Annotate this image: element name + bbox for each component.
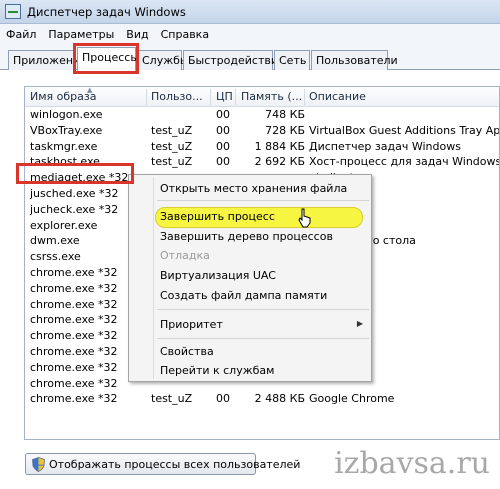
menu-file[interactable]: Файл bbox=[6, 28, 36, 41]
process-row[interactable]: taskmgr.exe test_uZ 00 1 884 КБ Диспетчер за… bbox=[25, 139, 499, 155]
process-memory: 1 884 КБ bbox=[254, 139, 305, 153]
show-all-processes-button[interactable]: Отображать процессы всех пользователей bbox=[25, 453, 300, 475]
menu-item-open-file-location[interactable]: Открыть место хранения файла bbox=[160, 182, 347, 195]
process-name: chrome.exe *32 bbox=[30, 376, 118, 390]
process-description: Google Chrome bbox=[309, 392, 395, 406]
window-title: Диспетчер задач Windows bbox=[27, 5, 186, 19]
process-name: jusched.exe *32 bbox=[30, 186, 119, 200]
show-all-processes-label: Отображать процессы всех пользователей bbox=[49, 458, 301, 471]
process-name: csrss.exe bbox=[30, 250, 81, 264]
tab-services[interactable]: Службы bbox=[137, 50, 189, 70]
process-name: chrome.exe *32 bbox=[30, 344, 118, 358]
col-memory[interactable]: Память (... bbox=[241, 90, 302, 103]
process-name: chrome.exe *32 bbox=[30, 329, 118, 343]
process-name: chrome.exe *32 bbox=[30, 360, 118, 374]
menu-help[interactable]: Справка bbox=[161, 28, 209, 41]
menu-item-end-process-tree[interactable]: Завершить дерево процессов bbox=[160, 230, 333, 243]
menu-view[interactable]: Вид bbox=[126, 28, 148, 41]
process-user: test_uZ bbox=[151, 155, 193, 169]
mediaget-row-callout bbox=[16, 163, 134, 184]
col-divider[interactable] bbox=[235, 89, 236, 105]
menu-separator bbox=[157, 309, 369, 310]
process-name: chrome.exe *32 bbox=[30, 392, 118, 406]
col-divider[interactable] bbox=[146, 89, 147, 105]
tab-network[interactable]: Сеть bbox=[274, 50, 310, 70]
menu-item-uac-virtualization[interactable]: Виртуализация UAC bbox=[160, 269, 276, 282]
col-cpu[interactable]: ЦП bbox=[216, 90, 233, 103]
process-cpu: 00 bbox=[216, 392, 230, 406]
process-name: taskmgr.exe bbox=[30, 139, 98, 153]
uac-shield-icon bbox=[32, 457, 45, 472]
list-header: ▲ Имя образа Пользо... ЦП Память (... Оп… bbox=[25, 87, 499, 107]
processes-tab-callout bbox=[73, 43, 139, 74]
submenu-arrow-icon: ▶ bbox=[356, 319, 363, 328]
watermark: izbavsa.ru bbox=[334, 446, 490, 481]
process-description: Хост-процесс для задач Windows bbox=[309, 155, 500, 169]
col-divider[interactable] bbox=[304, 89, 305, 105]
menu-separator bbox=[157, 200, 369, 201]
tab-applications[interactable]: Приложения bbox=[8, 50, 87, 70]
process-memory: 748 КБ bbox=[265, 108, 305, 121]
process-name: jucheck.exe *32 bbox=[30, 202, 119, 216]
process-name: chrome.exe *32 bbox=[30, 313, 118, 327]
process-row[interactable]: chrome.exe *32 test_uZ 00 2 488 КБ Google Ch… bbox=[25, 391, 499, 407]
process-description: Диспетчер задач Windows bbox=[309, 139, 461, 153]
process-memory: 2 488 КБ bbox=[254, 392, 305, 406]
process-memory: 2 692 КБ bbox=[254, 155, 305, 169]
process-user: test_uZ bbox=[151, 123, 193, 137]
menu-separator bbox=[157, 338, 369, 339]
process-name: chrome.exe *32 bbox=[30, 297, 118, 311]
menu-item-go-to-services[interactable]: Перейти к службам bbox=[160, 364, 274, 377]
tab-performance[interactable]: Быстродействие bbox=[183, 50, 285, 70]
process-name: chrome.exe *32 bbox=[30, 281, 118, 295]
process-name: winlogon.exe bbox=[30, 108, 103, 121]
context-menu: Открыть место хранения файла Завершить п… bbox=[128, 174, 372, 382]
process-row[interactable]: VBoxTray.exe test_uZ 00 728 КБ VirtualBox Gu… bbox=[25, 123, 500, 139]
process-user: test_uZ bbox=[151, 139, 193, 153]
menu-item-debug: Отладка bbox=[160, 249, 210, 262]
process-name: VBoxTray.exe bbox=[30, 123, 103, 137]
menu-item-end-process[interactable]: Завершить процесс bbox=[160, 210, 275, 223]
taskmgr-app-icon bbox=[5, 4, 21, 19]
process-row[interactable]: winlogon.exe 00 748 КБ bbox=[25, 107, 499, 123]
mouse-pointer-icon bbox=[298, 208, 311, 228]
menu-options[interactable]: Параметры bbox=[48, 28, 114, 41]
menu-item-properties[interactable]: Свойства bbox=[160, 345, 214, 358]
col-divider[interactable] bbox=[210, 89, 211, 105]
col-user[interactable]: Пользо... bbox=[151, 90, 203, 103]
process-memory: 728 КБ bbox=[265, 123, 305, 137]
title-bar: Диспетчер задач Windows bbox=[0, 0, 500, 24]
process-cpu: 00 bbox=[216, 108, 230, 121]
process-user: test_uZ bbox=[151, 392, 193, 406]
process-description: VirtualBox Guest Additions Tray Applicat… bbox=[309, 123, 500, 137]
process-cpu: 00 bbox=[216, 139, 230, 153]
process-cpu: 00 bbox=[216, 123, 230, 137]
menu-bar: Файл Параметры Вид Справка bbox=[0, 24, 500, 44]
process-name: dwm.exe bbox=[30, 234, 80, 248]
menu-item-priority[interactable]: Приоритет bbox=[160, 318, 223, 331]
col-description[interactable]: Описание bbox=[309, 90, 366, 103]
menu-item-create-dump[interactable]: Создать файл дампа памяти bbox=[160, 289, 327, 302]
col-image-name[interactable]: Имя образа bbox=[30, 90, 96, 103]
process-name: chrome.exe *32 bbox=[30, 265, 118, 279]
process-name: explorer.exe bbox=[30, 218, 98, 232]
tab-users[interactable]: Пользователи bbox=[311, 50, 398, 70]
process-cpu: 00 bbox=[216, 155, 230, 169]
